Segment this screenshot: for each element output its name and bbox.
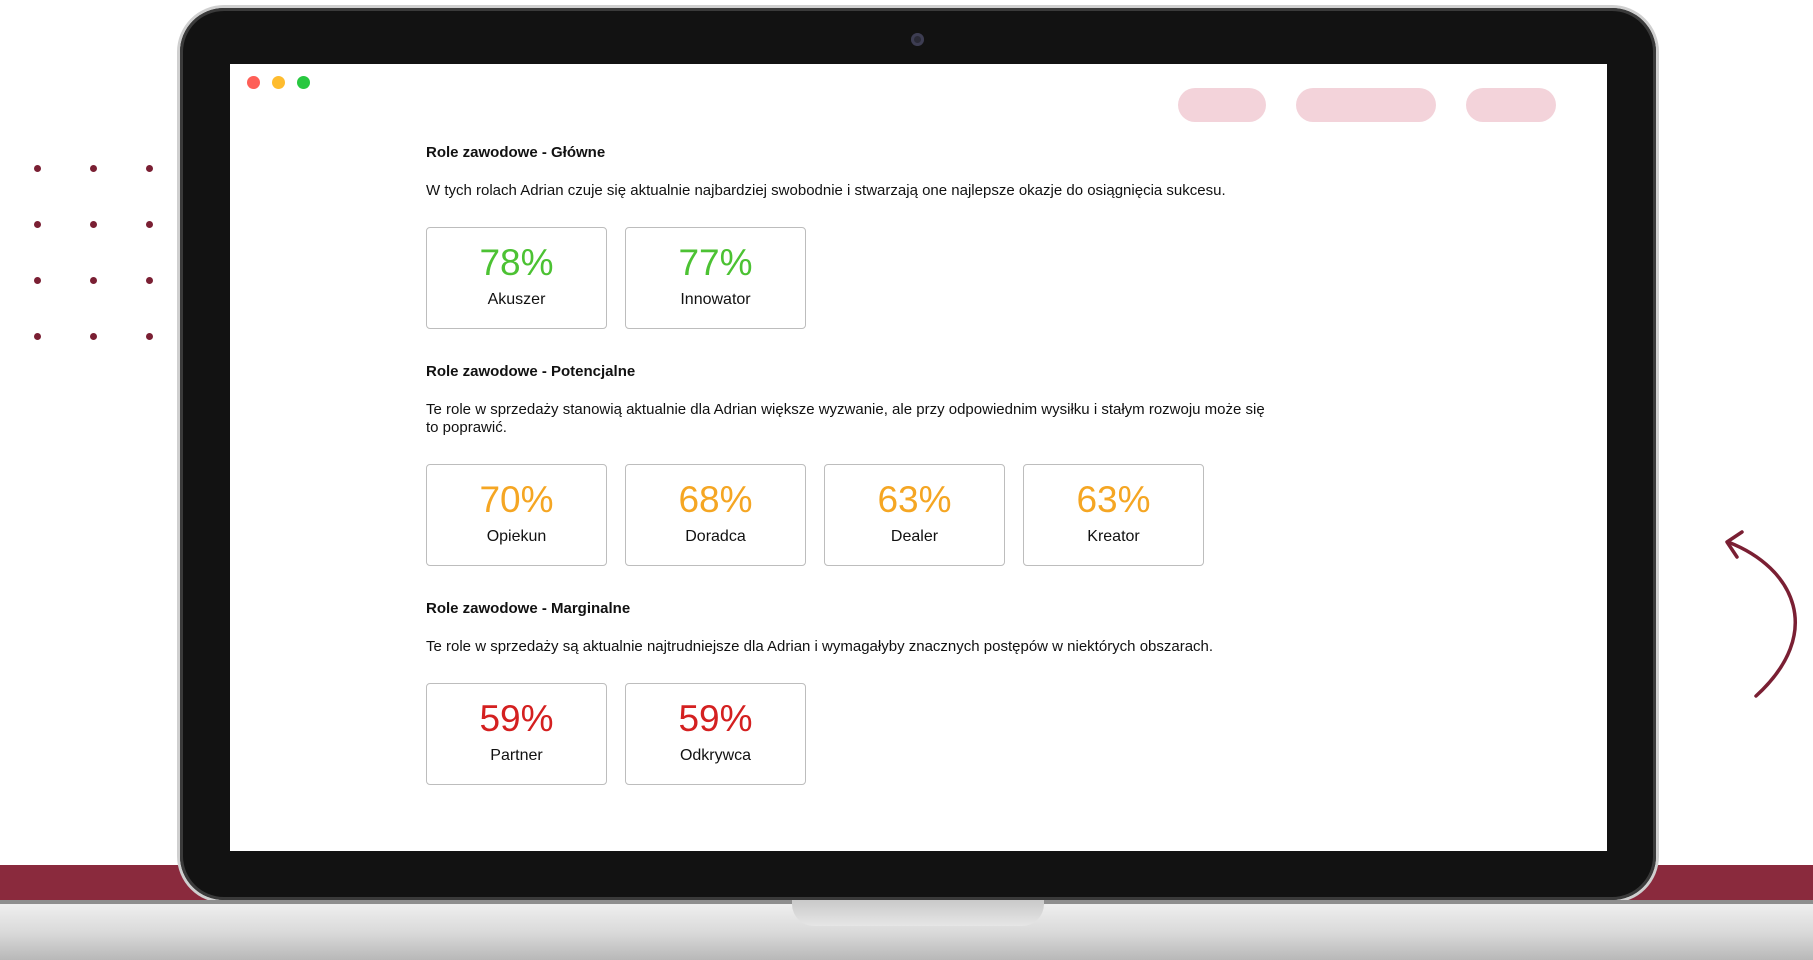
role-card[interactable]: 63% Dealer bbox=[824, 464, 1005, 566]
app-screen: Role zawodowe - Główne W tych rolach Adr… bbox=[230, 64, 1607, 851]
maximize-window-icon[interactable] bbox=[297, 76, 310, 89]
curved-arrow-icon bbox=[1725, 530, 1797, 698]
role-label: Partner bbox=[490, 747, 543, 764]
role-percent: 59% bbox=[678, 698, 753, 739]
role-label: Odkrywca bbox=[679, 747, 752, 764]
laptop-notch bbox=[792, 900, 1044, 926]
close-window-icon[interactable] bbox=[247, 76, 260, 89]
camera-icon bbox=[911, 33, 924, 46]
role-percent: 68% bbox=[678, 479, 753, 520]
decor-dot bbox=[34, 221, 41, 228]
decor-dot bbox=[34, 333, 41, 340]
role-card[interactable]: 68% Doradca bbox=[625, 464, 806, 566]
role-percent: 70% bbox=[479, 479, 554, 520]
decor-dot bbox=[90, 333, 97, 340]
role-percent: 63% bbox=[1076, 479, 1151, 520]
section-title: Role zawodowe - Główne bbox=[426, 144, 606, 161]
nav-pill-3[interactable] bbox=[1466, 88, 1556, 122]
minimize-window-icon[interactable] bbox=[272, 76, 285, 89]
role-percent: 63% bbox=[877, 479, 952, 520]
role-card[interactable]: 78% Akuszer bbox=[426, 227, 607, 329]
role-label: Kreator bbox=[1087, 528, 1140, 545]
report-content: Role zawodowe - Główne W tych rolach Adr… bbox=[426, 144, 1276, 819]
decor-dot bbox=[146, 221, 153, 228]
section-potential-roles: Role zawodowe - Potencjalne Te role w sp… bbox=[426, 363, 1276, 566]
decor-dot bbox=[146, 277, 153, 284]
nav-pill-2[interactable] bbox=[1296, 88, 1436, 122]
role-card[interactable]: 63% Kreator bbox=[1023, 464, 1204, 566]
decor-dot bbox=[90, 165, 97, 172]
section-description: Te role w sprzedaży są aktualnie najtrud… bbox=[426, 638, 1214, 655]
role-label: Dealer bbox=[890, 528, 939, 545]
decor-dot bbox=[90, 277, 97, 284]
window-controls bbox=[247, 76, 310, 89]
section-description: Te role w sprzedaży stanowią aktualnie d… bbox=[426, 401, 1265, 436]
role-card[interactable]: 59% Partner bbox=[426, 683, 607, 785]
section-main-roles: Role zawodowe - Główne W tych rolach Adr… bbox=[426, 144, 1276, 329]
role-card[interactable]: 70% Opiekun bbox=[426, 464, 607, 566]
section-description: W tych rolach Adrian czuje się aktualnie… bbox=[426, 182, 1226, 199]
decor-dot bbox=[146, 165, 153, 172]
section-marginal-roles: Role zawodowe - Marginalne Te role w spr… bbox=[426, 600, 1276, 785]
section-title: Role zawodowe - Potencjalne bbox=[426, 363, 636, 380]
role-cards: 78% Akuszer 77% Innowator bbox=[426, 227, 1276, 329]
role-percent: 77% bbox=[678, 242, 753, 283]
role-label: Innowator bbox=[680, 291, 751, 308]
role-percent: 59% bbox=[479, 698, 554, 739]
section-title: Role zawodowe - Marginalne bbox=[426, 600, 631, 617]
role-label: Doradca bbox=[685, 528, 746, 545]
role-card[interactable]: 77% Innowator bbox=[625, 227, 806, 329]
role-percent: 78% bbox=[479, 242, 554, 283]
decor-dot bbox=[34, 277, 41, 284]
role-cards: 70% Opiekun 68% Doradca 63% Dealer 63% K… bbox=[426, 464, 1276, 566]
role-label: Akuszer bbox=[487, 291, 546, 308]
nav-pill-1[interactable] bbox=[1178, 88, 1266, 122]
decor-dot bbox=[34, 165, 41, 172]
decor-dot bbox=[146, 333, 153, 340]
decor-dot bbox=[90, 221, 97, 228]
role-label: Opiekun bbox=[486, 528, 547, 545]
role-cards: 59% Partner 59% Odkrywca bbox=[426, 683, 1276, 785]
role-card[interactable]: 59% Odkrywca bbox=[625, 683, 806, 785]
